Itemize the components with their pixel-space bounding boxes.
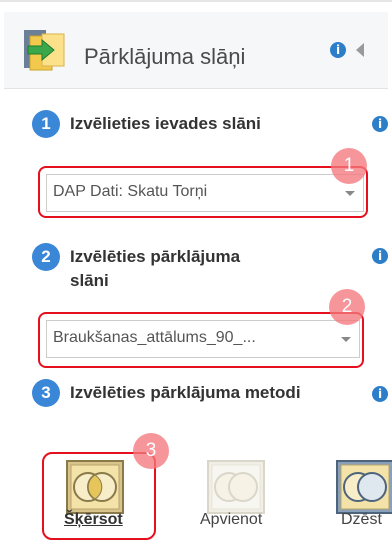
step-1-label: Izvēlieties ievades slāni — [70, 114, 261, 133]
erase-icon[interactable] — [336, 460, 392, 514]
step-3-info-icon[interactable]: i — [372, 386, 388, 402]
highlight-box-3 — [42, 452, 156, 540]
erase-label[interactable]: Dzēst — [341, 511, 382, 529]
step-2-info-icon[interactable]: i — [372, 248, 388, 264]
collapse-arrow-icon[interactable] — [356, 43, 364, 57]
panel-header: Pārklājuma slāņi i — [4, 12, 388, 89]
step-marker-3: 3 — [133, 433, 169, 469]
step-3-label: Izvēlēties pārklājuma metodi — [70, 383, 301, 402]
panel-title: Pārklājuma slāņi — [84, 44, 246, 69]
overlay-layers-icon — [24, 30, 65, 71]
step-2-badge: 2 — [32, 243, 60, 271]
top-divider — [0, 0, 392, 2]
union-icon[interactable] — [207, 460, 265, 514]
union-label[interactable]: Apvienot — [200, 511, 262, 529]
step-3-badge: 3 — [32, 379, 60, 407]
step-marker-2: 2 — [329, 289, 365, 325]
step-2-label-line2: slāni — [70, 271, 109, 290]
overlay-layers-panel: Pārklājuma slāņi i 1 Izvēlieties ievades… — [0, 0, 392, 540]
info-icon[interactable]: i — [330, 42, 346, 58]
step-1-badge: 1 — [32, 110, 60, 138]
highlight-box-1 — [38, 166, 368, 218]
step-marker-1: 1 — [331, 148, 367, 184]
step-1-info-icon[interactable]: i — [372, 116, 388, 132]
step-2-label-line1: Izvēlēties pārklājuma — [70, 247, 241, 266]
highlight-box-2 — [38, 312, 364, 368]
